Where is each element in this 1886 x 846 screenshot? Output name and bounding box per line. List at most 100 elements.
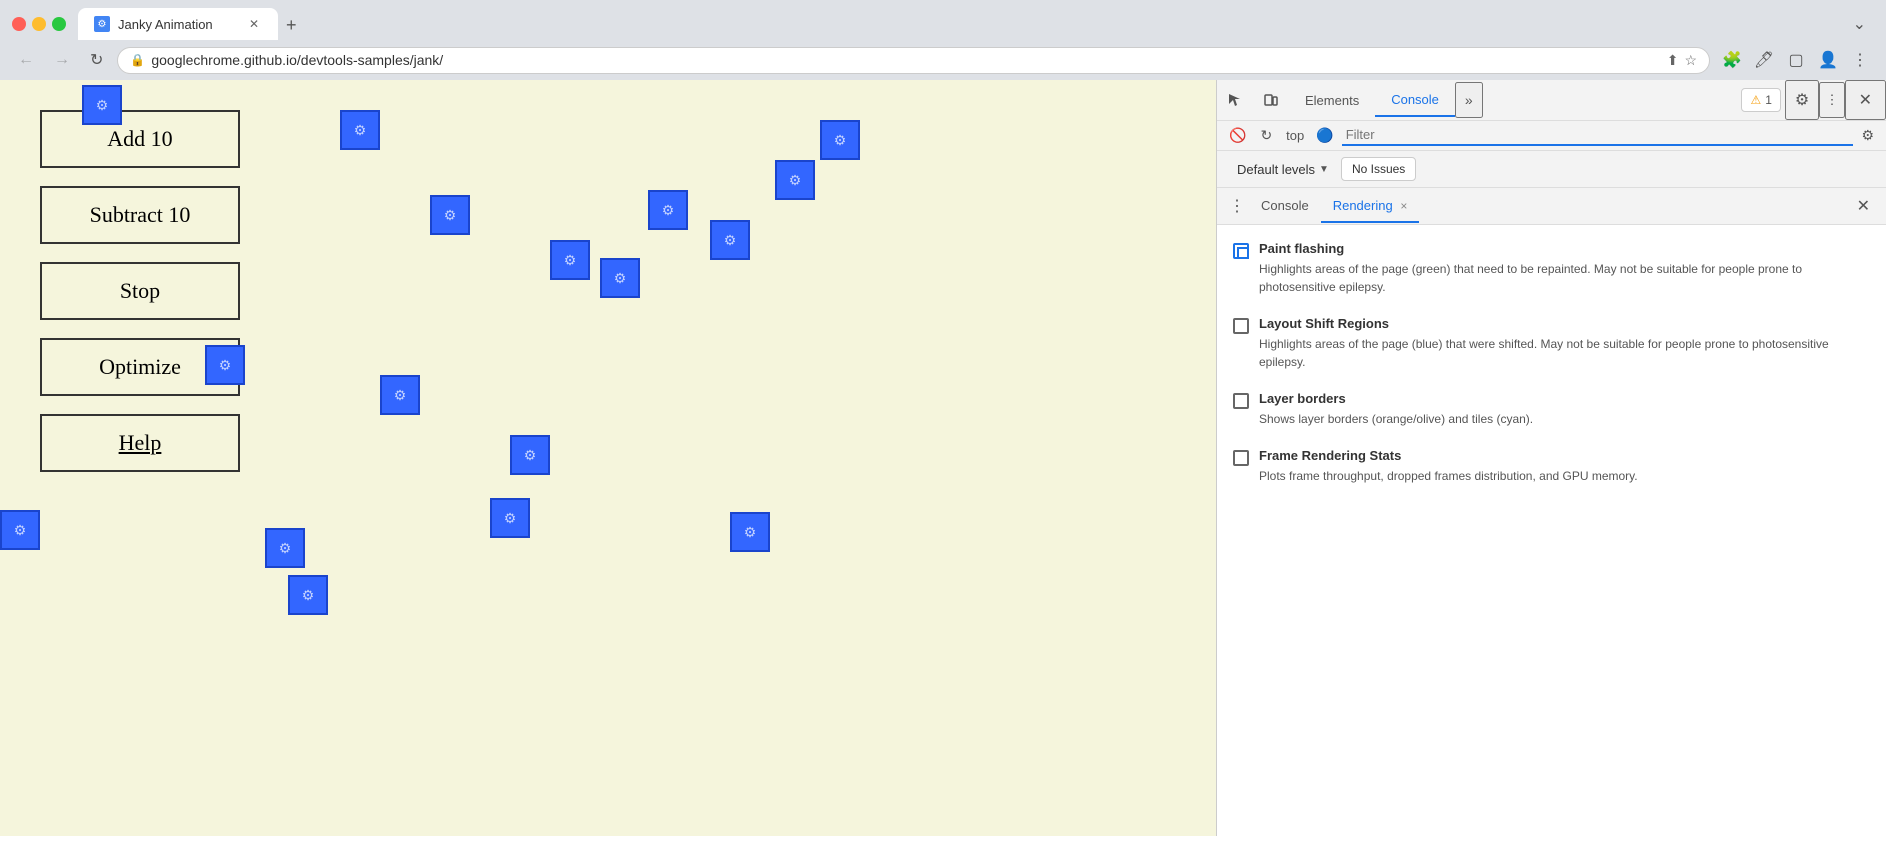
float-box-4 <box>430 195 470 235</box>
float-box-7 <box>550 240 590 280</box>
rendering-item-paint-flashing: Paint flashing Highlights areas of the p… <box>1233 241 1870 296</box>
menu-button[interactable]: ⋮ <box>1846 46 1874 74</box>
main-content-area: Add 10 Subtract 10 Stop Optimize Help <box>0 80 1886 836</box>
rendering-item-layer-borders-content: Layer borders Shows layer borders (orang… <box>1259 391 1870 428</box>
layout-shift-description: Highlights areas of the page (blue) that… <box>1259 335 1870 371</box>
devtools-more-options-button[interactable]: ⋮ <box>1819 82 1844 118</box>
devtools-warning-badge[interactable]: ⚠ 1 <box>1741 88 1780 112</box>
help-button[interactable]: Help <box>40 414 240 472</box>
console-filter-input[interactable] <box>1342 125 1854 146</box>
devtools-settings-button[interactable]: ⚙ <box>1785 80 1819 120</box>
rendering-item-frame-rendering-content: Frame Rendering Stats Plots frame throug… <box>1259 448 1870 485</box>
frame-rendering-description: Plots frame throughput, dropped frames d… <box>1259 467 1870 485</box>
float-box-6 <box>710 220 750 260</box>
float-box-5 <box>648 190 688 230</box>
secondary-tab-console[interactable]: Console <box>1249 190 1321 223</box>
devtools-select-element-button[interactable] <box>1217 84 1253 116</box>
float-box-11 <box>380 375 420 415</box>
secondary-tab-rendering[interactable]: Rendering × <box>1321 190 1420 223</box>
rendering-item-layer-borders: Layer borders Shows layer borders (orang… <box>1233 391 1870 428</box>
tab-title: Janky Animation <box>118 17 213 32</box>
rendering-tab-close-icon[interactable]: × <box>1400 199 1407 213</box>
paint-flashing-checkbox[interactable] <box>1233 243 1249 259</box>
console-top-label: top <box>1282 128 1308 143</box>
console-refresh-icon[interactable]: ↻ <box>1254 123 1278 148</box>
rendering-item-layout-shift-content: Layout Shift Regions Highlights areas of… <box>1259 316 1870 371</box>
add10-button[interactable]: Add 10 <box>40 110 240 168</box>
console-context-icon[interactable]: 🔵 <box>1312 123 1337 148</box>
float-box-17 <box>0 510 40 550</box>
warning-count: 1 <box>1765 93 1772 107</box>
profile-button[interactable]: 👤 <box>1814 46 1842 74</box>
rendering-item-layout-shift: Layout Shift Regions Highlights areas of… <box>1233 316 1870 371</box>
frame-rendering-title: Frame Rendering Stats <box>1259 448 1870 463</box>
float-box-15 <box>265 528 305 568</box>
devtools-levels-row: Default levels ▼ No Issues <box>1217 151 1886 188</box>
float-box-10 <box>205 345 245 385</box>
layer-borders-title: Layer borders <box>1259 391 1870 406</box>
browser-window-controls: ⌄ <box>1853 14 1874 34</box>
extensions-button[interactable]: 🧩 <box>1718 46 1746 74</box>
bookmark-icon[interactable]: ☆ <box>1684 52 1697 69</box>
back-button[interactable]: ← <box>12 47 40 73</box>
devtools-device-toolbar-button[interactable] <box>1253 84 1289 116</box>
layer-borders-description: Shows layer borders (orange/olive) and t… <box>1259 410 1870 428</box>
tab-bar: Janky Animation ✕ + <box>78 8 1845 40</box>
devtools-tab-elements[interactable]: Elements <box>1289 85 1375 116</box>
window-dropdown-icon[interactable]: ⌄ <box>1853 14 1866 34</box>
float-box-2 <box>340 110 380 150</box>
devtools-close-button[interactable]: ✕ <box>1845 80 1886 120</box>
console-filter-settings-icon[interactable]: ⚙ <box>1857 123 1878 148</box>
profile-extension-button[interactable]: 🖊 <box>1750 46 1778 74</box>
secondary-tabs-more-icon[interactable]: ⋮ <box>1225 188 1249 224</box>
forward-button[interactable]: → <box>48 47 76 73</box>
no-issues-button[interactable]: No Issues <box>1341 157 1416 181</box>
float-box-9 <box>775 160 815 200</box>
devtools-toolbar-2: 🚫 ↻ top 🔵 ⚙ <box>1217 121 1886 151</box>
jank-button-group: Add 10 Subtract 10 Stop Optimize Help <box>40 110 240 472</box>
rendering-item-frame-rendering-header: Frame Rendering Stats Plots frame throug… <box>1233 448 1870 485</box>
rendering-tab-label: Rendering <box>1333 198 1393 213</box>
rendering-panel-content: Paint flashing Highlights areas of the p… <box>1217 225 1886 836</box>
float-box-3 <box>820 120 860 160</box>
warning-icon: ⚠ <box>1750 93 1761 107</box>
paint-flashing-description: Highlights areas of the page (green) tha… <box>1259 260 1870 296</box>
tab-close-button[interactable]: ✕ <box>246 16 262 32</box>
split-view-button[interactable]: ▢ <box>1782 46 1810 74</box>
url-text[interactable]: googlechrome.github.io/devtools-samples/… <box>151 52 1660 68</box>
traffic-lights <box>12 17 66 31</box>
devtools-header: Elements Console » ⚠ 1 ⚙ ⋮ ✕ <box>1217 80 1886 121</box>
devtools-tab-console[interactable]: Console <box>1375 84 1455 117</box>
devtools-panel: Elements Console » ⚠ 1 ⚙ ⋮ ✕ 🚫 ↻ top 🔵 ⚙… <box>1216 80 1886 836</box>
tab-favicon <box>94 16 110 32</box>
fullscreen-traffic-light[interactable] <box>52 17 66 31</box>
float-box-16 <box>288 575 328 615</box>
active-tab[interactable]: Janky Animation ✕ <box>78 8 278 40</box>
layout-shift-title: Layout Shift Regions <box>1259 316 1870 331</box>
stop-button[interactable]: Stop <box>40 262 240 320</box>
frame-rendering-checkbox[interactable] <box>1233 450 1249 466</box>
rendering-item-layout-shift-header: Layout Shift Regions Highlights areas of… <box>1233 316 1870 371</box>
rendering-item-layer-borders-header: Layer borders Shows layer borders (orang… <box>1233 391 1870 428</box>
console-clear-icon[interactable]: 🚫 <box>1225 123 1250 148</box>
secondary-tabs-close-button[interactable]: ✕ <box>1849 188 1878 224</box>
subtract10-button[interactable]: Subtract 10 <box>40 186 240 244</box>
share-icon[interactable]: ⬆ <box>1667 52 1679 69</box>
minimize-traffic-light[interactable] <box>32 17 46 31</box>
float-box-14 <box>730 512 770 552</box>
browser-window: Janky Animation ✕ + ⌄ ← → ↻ 🔒 googlechro… <box>0 0 1886 80</box>
jank-demo-page: Add 10 Subtract 10 Stop Optimize Help <box>0 80 1216 836</box>
float-box-12 <box>510 435 550 475</box>
browser-action-buttons: 🧩 🖊 ▢ 👤 ⋮ <box>1718 46 1874 74</box>
levels-dropdown-icon: ▼ <box>1319 164 1329 175</box>
devtools-more-tabs-button[interactable]: » <box>1455 82 1483 118</box>
default-levels-button[interactable]: Default levels ▼ <box>1233 160 1333 179</box>
layer-borders-checkbox[interactable] <box>1233 393 1249 409</box>
close-traffic-light[interactable] <box>12 17 26 31</box>
new-tab-button[interactable]: + <box>278 11 305 40</box>
float-box-1 <box>82 85 122 125</box>
paint-flashing-title: Paint flashing <box>1259 241 1870 256</box>
address-bar[interactable]: 🔒 googlechrome.github.io/devtools-sample… <box>117 47 1710 74</box>
refresh-button[interactable]: ↻ <box>84 46 109 74</box>
layout-shift-checkbox[interactable] <box>1233 318 1249 334</box>
